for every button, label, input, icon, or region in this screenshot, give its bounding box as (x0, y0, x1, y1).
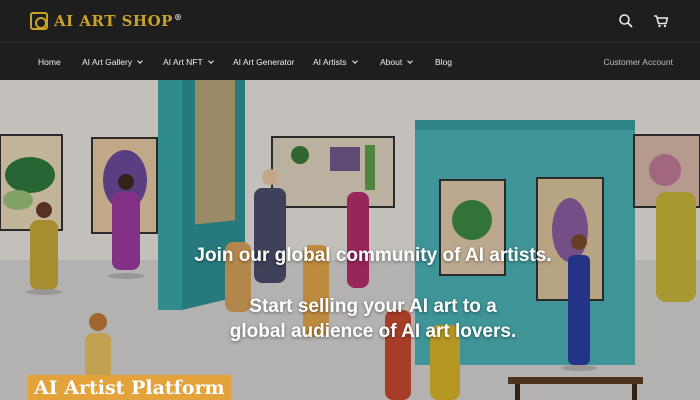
nav-label: AI Artists (313, 57, 347, 67)
nav-item-home[interactable]: Home (38, 57, 61, 67)
hero-headline: Join our global community of AI artists. (194, 245, 552, 266)
hero-overlay (0, 80, 700, 400)
nav-label: AI Art Gallery (82, 57, 133, 67)
nav-item-ai-art-generator[interactable]: AI Art Generator (233, 57, 294, 67)
nav-item-blog[interactable]: Blog (435, 57, 452, 67)
chevron-down-icon (137, 57, 143, 64)
nav-label: AI Art NFT (163, 57, 203, 67)
top-header: AI ART SHOP® (0, 0, 700, 42)
nav-label: Home (38, 57, 61, 67)
nav-item-ai-artists[interactable]: AI Artists (313, 57, 358, 67)
chevron-down-icon (407, 57, 414, 64)
nav-label: AI Art Generator (233, 57, 295, 67)
hero-subheadline-1: Start selling your AI art to a (249, 296, 497, 317)
cart-icon[interactable] (652, 12, 670, 30)
main-nav: Home AI Art Gallery AI Art NFT AI Art Ge… (0, 43, 700, 80)
chevron-down-icon (351, 57, 358, 64)
customer-account-link[interactable]: Customer Account (604, 57, 673, 67)
hero-banner: Join our global community of AI artists.… (0, 80, 700, 400)
logo-text: AI ART SHOP® (54, 12, 183, 30)
search-icon[interactable] (617, 12, 635, 30)
nav-item-ai-art-nft[interactable]: AI Art NFT (163, 57, 214, 67)
nav-item-ai-art-gallery[interactable]: AI Art Gallery (82, 57, 143, 67)
hero-subheadline-2: global audience of AI art lovers. (229, 321, 517, 342)
nav-item-about[interactable]: About (380, 57, 414, 67)
site-logo[interactable]: AI ART SHOP® (30, 10, 182, 32)
nav-label: About (380, 57, 403, 67)
nav-label: Blog (435, 57, 453, 67)
platform-badge-label: AI Artist Platform (34, 377, 225, 399)
chevron-down-icon (207, 57, 214, 64)
platform-badge: AI Artist Platform (28, 375, 231, 400)
logo-icon (30, 12, 48, 30)
